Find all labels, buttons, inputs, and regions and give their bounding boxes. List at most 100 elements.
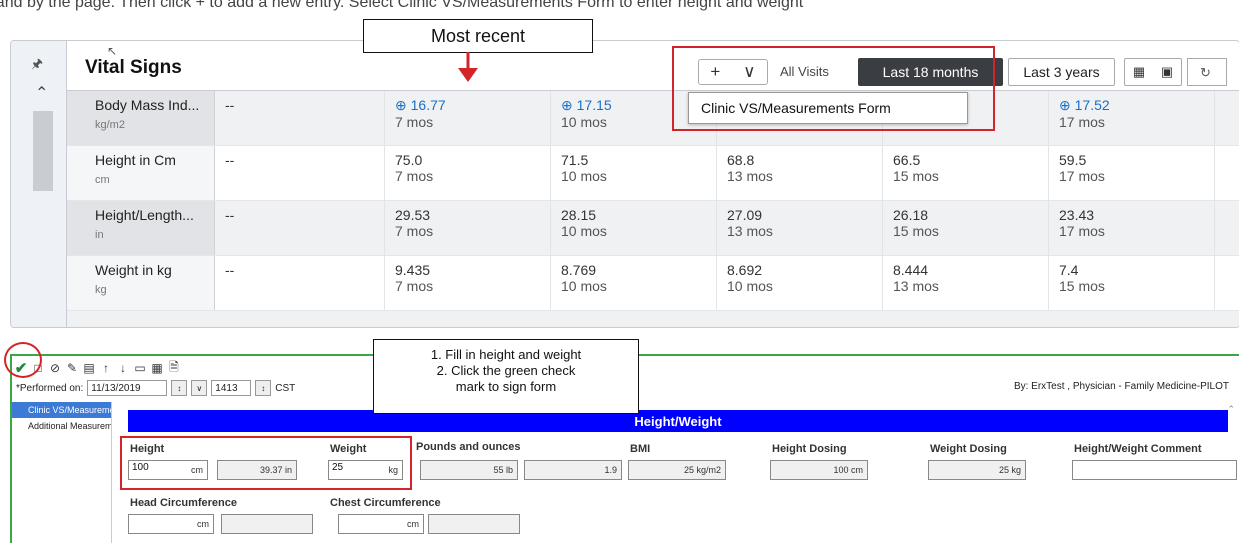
bmi-label: BMI [630,443,651,455]
measurement-value: 29.53 [395,207,431,223]
vitals-cell[interactable]: 29.53 7 mos [385,201,551,255]
vitals-cell[interactable]: 8.692 10 mos [717,256,883,310]
vitals-row-header: Height in Cm cm [67,146,215,200]
panel-view-icon[interactable]: ▣ [1161,64,1173,80]
arrow-up-icon[interactable]: ↑ [99,361,113,375]
vitals-cell[interactable]: 27.09 13 mos [717,201,883,255]
vital-signs-panel: 🖈 ⌃ ↖ Vital Signs + ∨ All Visits Last 18… [10,40,1239,328]
scrollbar[interactable] [33,111,53,191]
head-circumference-readout [221,514,313,534]
measurement-age: 10 mos [561,278,607,294]
row-label: Body Mass Ind... [95,97,200,113]
comment-input[interactable] [1072,460,1237,480]
vitals-cell[interactable]: 75.0 7 mos [385,146,551,200]
row-label: Height/Length... [95,207,194,223]
nav-item-additional-measurements[interactable]: Additional Measurements [12,418,111,434]
measurement-value: ⊕ 16.77 [395,97,446,113]
vitals-cell[interactable]: 8.444 13 mos [883,256,1049,310]
vitals-cell[interactable]: 68.8 13 mos [717,146,883,200]
measurement-value: 28.15 [561,207,597,223]
measurement-value: 71.5 [561,152,589,168]
comment-label: Height/Weight Comment [1074,443,1202,455]
measurement-age: 15 mos [1059,278,1105,294]
grid-icon[interactable]: ▦ [150,361,164,375]
head-circumference-label: Head Circumference [130,497,237,509]
note-icon[interactable]: ▤ [82,361,96,375]
measurement-age: 7 mos [395,278,434,294]
row-label: Weight in kg [95,262,172,278]
performed-time-field[interactable]: 1413 [211,380,252,396]
measurement-value: 8.444 [893,262,929,278]
vitals-row-partial [67,311,1239,327]
measurement-age: 17 mos [1059,168,1105,184]
chevron-up-icon[interactable]: ⌃ [35,83,48,103]
annotation-highlight-height-weight [120,436,412,490]
callout-most-recent: Most recent [363,19,593,53]
edit-icon[interactable]: ✎ [65,361,79,375]
vitals-cell[interactable]: ⊕ 16.77 7 mos [385,91,551,145]
window-icon[interactable]: ▭ [133,361,147,375]
chest-circumference-readout [428,514,520,534]
arrow-down-icon[interactable]: ↓ [116,361,130,375]
red-arrow-down-icon [458,52,478,82]
measurement-value: 27.09 [727,207,763,223]
head-circumference-input[interactable]: cm [128,514,214,534]
vitals-cell[interactable]: 71.5 10 mos [551,146,717,200]
measurement-value: 7.4 [1059,262,1079,278]
vitals-cell[interactable]: 26.18 15 mos [883,201,1049,255]
date-spinner[interactable]: ↕ [171,380,188,396]
cancel-icon[interactable]: ⊘ [48,361,62,375]
pounds-ounces-label: Pounds and ounces [416,441,521,453]
vitals-cell[interactable]: ⊕ 17.52 17 mos [1049,91,1215,145]
refresh-icon[interactable]: ↻ [1187,58,1227,86]
vitals-row-header: Weight in kg kg [67,256,215,310]
vitals-cell[interactable]: 7.4 15 mos [1049,256,1215,310]
vitals-row-header: Body Mass Ind... kg/m2 [67,91,215,145]
range-last-3-years-button[interactable]: Last 3 years [1008,58,1115,86]
performed-date-field[interactable]: 11/13/2019 [87,380,168,396]
scroll-up-icon[interactable]: ⌃ [1227,404,1235,415]
vitals-cell[interactable]: 8.769 10 mos [551,256,717,310]
measurement-age: 13 mos [727,168,773,184]
row-unit: kg/m2 [95,119,125,131]
pin-icon[interactable]: 🖈 [31,55,43,77]
measurement-age: 10 mos [561,223,607,239]
time-spinner[interactable]: ↕ [255,380,272,396]
row-unit: cm [95,174,110,186]
vitals-cell-current: -- [215,256,385,310]
vitals-cell[interactable]: 23.43 17 mos [1049,201,1215,255]
vitals-cell[interactable]: 9.435 7 mos [385,256,551,310]
vitals-row-header: Height/Length... in [67,201,215,255]
instruction-text: ing and by the page. Then click + to add… [0,0,804,11]
measurement-age: 13 mos [727,223,773,239]
view-toggle[interactable]: ▦ ▣ [1124,58,1182,86]
table-view-icon[interactable]: ▦ [1133,64,1145,80]
nav-item-clinic-vs[interactable]: Clinic VS/Measurements [12,402,111,418]
vitals-row: Height/Length... in -- 29.53 7 mos 28.15 10 mo… [67,201,1239,256]
measurement-age: 7 mos [395,168,434,184]
weight-dosing-readout: 25 kg [928,460,1026,480]
panel-title: Vital Signs [85,57,182,78]
date-picker-chevron-icon[interactable]: ∨ [191,380,208,396]
measurement-age: 7 mos [395,223,434,239]
height-dosing-label: Height Dosing [772,443,847,455]
chest-circumference-input[interactable]: cm [338,514,424,534]
row-unit: kg [95,284,107,296]
timezone-label: CST [275,382,296,394]
document-icon[interactable]: 🗎 [167,358,181,379]
weight-dosing-label: Weight Dosing [930,443,1007,455]
vitals-cell[interactable]: 59.5 17 mos [1049,146,1215,200]
vitals-cell[interactable]: 66.5 15 mos [883,146,1049,200]
measurement-value: 26.18 [893,207,929,223]
vital-signs-grid: Body Mass Ind... kg/m2 -- ⊕ 16.77 7 mos ⊕ 17.… [67,91,1239,327]
annotation-highlight-add-menu [672,46,995,131]
measurement-age: 15 mos [893,168,939,184]
chest-circumference-label: Chest Circumference [330,497,441,509]
measurement-age: 15 mos [893,223,939,239]
vital-signs-content: ↖ Vital Signs + ∨ All Visits Last 18 mon… [66,41,1239,327]
screenshot-root: ing and by the page. Then click + to add… [0,0,1239,543]
performed-by-text: By: ErxTest , Physician - Family Medicin… [1013,381,1229,392]
callout-instructions: 1. Fill in height and weight 2. Click th… [373,339,639,414]
measurement-value: 9.435 [395,262,431,278]
vitals-cell[interactable]: 28.15 10 mos [551,201,717,255]
